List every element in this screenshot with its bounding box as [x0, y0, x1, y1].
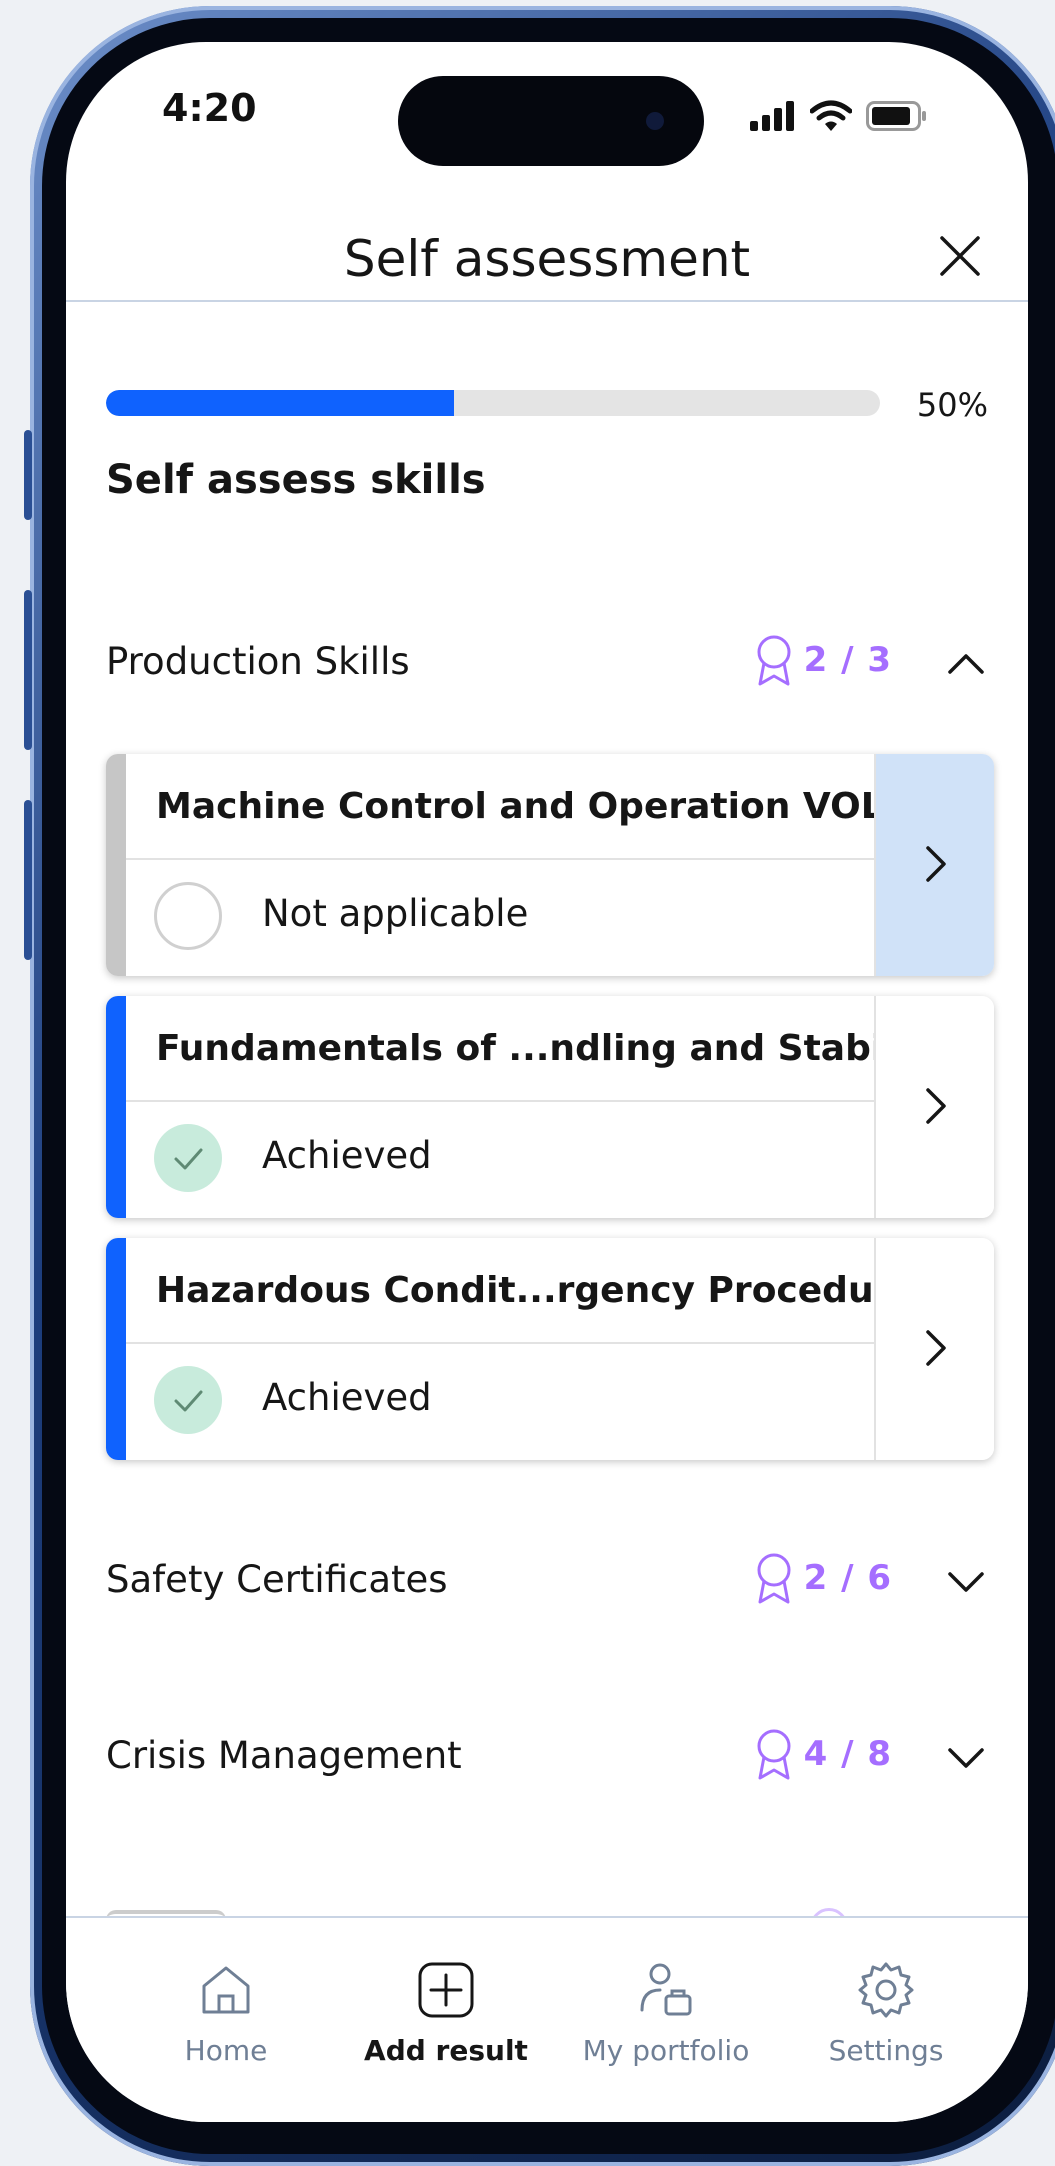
card-open-button[interactable] [874, 754, 994, 976]
portfolio-icon [640, 1963, 692, 2016]
progress-fill [106, 390, 455, 416]
card-title: Fundamentals of ...ndling and Stability [156, 1028, 949, 1069]
progress-bar [106, 390, 880, 416]
chevron-right-icon [926, 1330, 946, 1366]
not-applicable-radio-icon[interactable] [154, 882, 222, 950]
chevron-down-icon[interactable] [944, 1560, 988, 1604]
battery-icon [866, 101, 926, 131]
card-accent [106, 1238, 126, 1460]
skill-card[interactable]: Machine Control and Operation VOL. II No… [106, 754, 994, 976]
card-accent [106, 754, 126, 976]
card-status: Not applicable [262, 892, 529, 935]
card-divider [126, 1100, 874, 1102]
mute-button [24, 430, 32, 520]
category-count: 2 / 3 [803, 640, 892, 680]
volume-up-button [24, 590, 32, 750]
category-safety-certificates[interactable]: Safety Certificates 2 / 6 [106, 1550, 988, 1610]
tab-label: Home [184, 2034, 268, 2067]
category-badge: 2 / 6 [756, 1552, 892, 1604]
progress-percent: 50% [916, 386, 988, 424]
checkmark-icon [154, 1124, 222, 1192]
chevron-down-icon[interactable] [944, 1736, 988, 1780]
status-icons [750, 100, 928, 132]
skill-card[interactable]: Fundamentals of ...ndling and Stability … [106, 996, 994, 1218]
category-production-skills[interactable]: Production Skills 2 / 3 [106, 632, 988, 692]
tab-my-portfolio[interactable]: My portfolio [556, 1918, 776, 2098]
gear-icon [858, 1962, 914, 2018]
card-title: Hazardous Condit...rgency Procedures [156, 1270, 938, 1311]
card-title: Machine Control and Operation VOL. II [156, 786, 937, 827]
card-accent [106, 996, 126, 1218]
category-badge: 4 / 8 [756, 1728, 892, 1780]
category-crisis-management[interactable]: Crisis Management 4 / 8 [106, 1726, 988, 1786]
category-label: Safety Certificates [106, 1558, 448, 1601]
card-status: Achieved [262, 1376, 432, 1419]
category-badge: 2 / 3 [756, 634, 892, 686]
tab-label: Add result [364, 2034, 528, 2067]
home-icon [202, 1966, 250, 2014]
card-open-button[interactable] [874, 996, 994, 1218]
award-icon [757, 635, 791, 686]
section-title: Self assess skills [106, 457, 486, 503]
card-status: Achieved [262, 1134, 432, 1177]
add-icon [418, 1962, 474, 2018]
close-icon[interactable] [932, 228, 988, 284]
tab-bar: Home Add result My portfolio Settings [66, 1916, 1028, 2122]
chevron-right-icon [926, 1088, 946, 1124]
tab-home[interactable]: Home [116, 1918, 336, 2098]
checkmark-icon [154, 1366, 222, 1434]
tab-add-result[interactable]: Add result [336, 1918, 556, 2098]
chevron-right-icon [926, 846, 946, 882]
page-title: Self assessment [343, 230, 751, 288]
header: Self assessment [66, 172, 1028, 302]
category-count: 2 / 6 [803, 1558, 892, 1598]
award-icon [757, 1553, 791, 1604]
dynamic-island [398, 76, 704, 166]
tab-label: My portfolio [582, 2034, 750, 2067]
category-count: 4 / 8 [803, 1734, 892, 1774]
tab-label: Settings [828, 2034, 944, 2067]
volume-down-button [24, 800, 32, 960]
category-label: Production Skills [106, 640, 410, 683]
card-divider [126, 858, 874, 860]
signal-icon [750, 101, 794, 131]
card-divider [126, 1342, 874, 1344]
wifi-icon [810, 100, 852, 131]
status-time: 4:20 [162, 86, 257, 130]
skill-card[interactable]: Hazardous Condit...rgency Procedures Ach… [106, 1238, 994, 1460]
card-open-button[interactable] [874, 1238, 994, 1460]
app-screen: 4:20 Self assessment 50% Self assess ski [66, 42, 1028, 2122]
chevron-up-icon[interactable] [944, 642, 988, 686]
category-label: Crisis Management [106, 1734, 462, 1777]
tab-settings[interactable]: Settings [776, 1918, 996, 2098]
award-icon [757, 1729, 791, 1780]
